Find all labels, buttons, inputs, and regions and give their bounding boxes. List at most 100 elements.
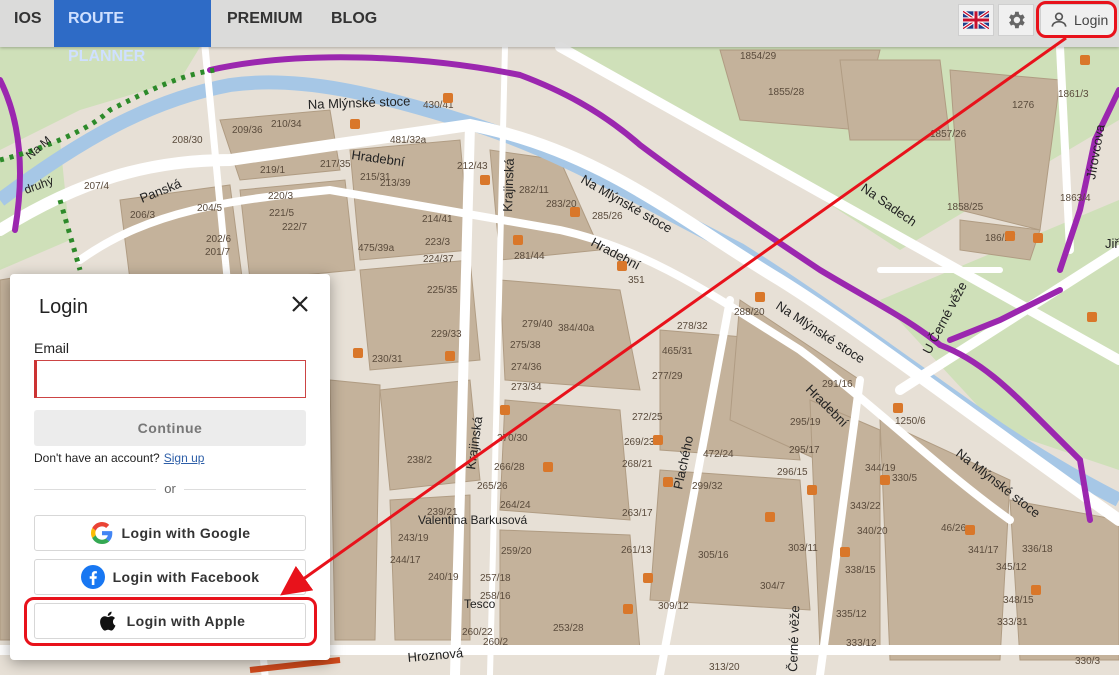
house-number: 207/4	[84, 181, 109, 192]
dialog-title: Login	[39, 296, 88, 318]
poi-marker	[765, 512, 775, 522]
house-number: 345/12	[996, 562, 1027, 573]
house-number: 278/32	[677, 321, 708, 332]
house-number: 465/31	[662, 346, 693, 357]
house-number: 305/16	[698, 550, 729, 561]
house-number: 295/19	[790, 417, 821, 428]
poi-marker	[500, 405, 510, 415]
signup-link[interactable]: Sign up	[164, 451, 205, 465]
signup-row: Don't have an account? Sign up	[34, 451, 204, 465]
house-number: 273/34	[511, 382, 542, 393]
poi-marker	[350, 119, 360, 129]
house-number: 212/43	[457, 161, 488, 172]
house-number: 333/31	[997, 617, 1028, 628]
house-number: 295/17	[789, 445, 820, 456]
house-number: 265/26	[477, 481, 508, 492]
house-number: 481/32a	[390, 135, 427, 146]
house-number: 472/24	[703, 449, 734, 460]
poi-marker	[1080, 55, 1090, 65]
login-google-button[interactable]: Login with Google	[34, 515, 306, 551]
nav-ios[interactable]: IOS	[0, 0, 52, 47]
house-number: 309/12	[658, 601, 689, 612]
house-number: 341/17	[968, 545, 999, 556]
login-dialog: Login Email Continue Don't have an accou…	[10, 274, 330, 660]
poi-marker	[570, 207, 580, 217]
google-icon	[90, 521, 114, 545]
nav-route-planner[interactable]: ROUTE PLANNER	[54, 0, 211, 65]
poi-marker	[623, 604, 633, 614]
house-number: 1863/4	[1060, 193, 1091, 204]
house-number: 336/18	[1022, 544, 1053, 555]
poi-marker	[893, 403, 903, 413]
house-number: 222/7	[282, 222, 307, 233]
nav-blog[interactable]: BLOG	[317, 0, 387, 47]
house-number: 257/18	[480, 573, 511, 584]
house-number: 1855/28	[768, 87, 805, 98]
house-number: 270/30	[497, 433, 528, 444]
continue-button[interactable]: Continue	[34, 410, 306, 446]
house-number: 340/20	[857, 526, 888, 537]
poi-marker	[663, 477, 673, 487]
user-icon	[1051, 12, 1067, 27]
login-facebook-button[interactable]: Login with Facebook	[34, 559, 306, 595]
house-number: 348/15	[1003, 595, 1034, 606]
poi-marker	[840, 547, 850, 557]
login-button[interactable]: Login	[1040, 4, 1115, 36]
house-number: 258/16	[480, 591, 511, 602]
poi-marker	[755, 292, 765, 302]
poi-marker	[445, 351, 455, 361]
house-number: 281/44	[514, 251, 545, 262]
language-button[interactable]	[958, 4, 994, 36]
house-number: 214/41	[422, 214, 453, 225]
house-number: 335/12	[836, 609, 867, 620]
poi-marker	[965, 525, 975, 535]
house-number: 202/6	[206, 234, 231, 245]
poi-marker	[1031, 585, 1041, 595]
email-field[interactable]	[34, 360, 306, 398]
house-number: 282/11	[519, 185, 549, 196]
house-number: 272/25	[632, 412, 663, 423]
house-number: 46/26	[941, 523, 966, 534]
house-number: 264/24	[500, 500, 531, 511]
house-number: 1861/3	[1058, 89, 1089, 100]
house-number: 220/3	[268, 191, 293, 202]
login-apple-button[interactable]: Login with Apple	[34, 603, 306, 639]
house-number: 285/26	[592, 211, 623, 222]
house-number: 230/31	[372, 354, 403, 365]
house-number: 279/40	[522, 319, 553, 330]
top-navigation-bar: IOS ROUTE PLANNER PREMIUM BLOG Login	[0, 0, 1119, 65]
email-label: Email	[34, 340, 70, 356]
poi-marker	[653, 435, 663, 445]
poi-marker	[1087, 312, 1097, 322]
house-number: 219/1	[260, 165, 285, 176]
house-number: 333/12	[846, 638, 877, 649]
login-apple-label: Login with Apple	[126, 613, 246, 629]
street-label: Krajinská	[500, 157, 517, 212]
house-number: 266/28	[494, 462, 525, 473]
facebook-icon	[80, 565, 105, 589]
nav-premium[interactable]: PREMIUM	[213, 0, 317, 47]
house-number: 213/39	[380, 178, 411, 189]
house-number: 244/17	[390, 555, 421, 566]
poi-marker	[807, 485, 817, 495]
house-number: 384/40a	[558, 323, 595, 334]
house-number: 253/28	[553, 623, 584, 634]
login-button-label: Login	[1074, 12, 1109, 28]
house-number: 1854/29	[740, 51, 777, 62]
apple-icon	[95, 609, 119, 633]
house-number: 229/33	[431, 329, 462, 340]
street-label: Jiř	[1105, 236, 1119, 251]
uk-flag-icon	[963, 11, 989, 29]
gear-icon	[1009, 11, 1025, 29]
house-number: 330/3	[1075, 656, 1100, 667]
house-number: 344/19	[865, 463, 896, 474]
poi-marker	[513, 235, 523, 245]
house-number: 299/32	[692, 481, 723, 492]
house-number: 475/39a	[358, 243, 395, 254]
house-number: 210/34	[271, 119, 302, 130]
house-number: 304/7	[760, 581, 785, 592]
settings-button[interactable]	[998, 4, 1034, 36]
no-account-text: Don't have an account?	[34, 451, 160, 465]
close-button[interactable]	[289, 293, 311, 315]
house-number: 259/20	[501, 546, 532, 557]
